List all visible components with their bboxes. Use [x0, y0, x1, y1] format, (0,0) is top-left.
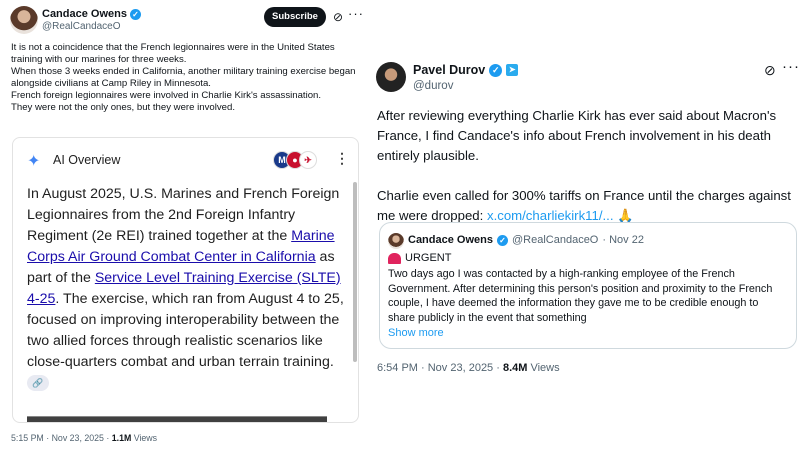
source-logos[interactable]: M ● ✈: [273, 151, 317, 169]
sparkle-icon: ✦: [27, 153, 41, 170]
post-text: It is not a coincidence that the French …: [11, 42, 366, 114]
ai-overview-card: ✦ AI Overview M ● ✈ ⋮ In August 2025, U.…: [12, 137, 359, 423]
grok-icon[interactable]: ⊘: [764, 62, 776, 79]
quote-author-name[interactable]: Candace Owens: [408, 234, 493, 246]
more-options-icon[interactable]: ···: [782, 58, 800, 75]
quote-text: Two days ago I was contacted by a high-r…: [388, 268, 773, 324]
post-text: After reviewing everything Charlie Kirk …: [377, 106, 797, 226]
verified-badge-icon: ✓: [489, 63, 503, 77]
ai-overview-body: In August 2025, U.S. Marines and French …: [27, 184, 347, 394]
cut-off-text: [27, 416, 327, 422]
left-post: Candace Owens ✓ @RealCandaceO Subscribe …: [0, 0, 372, 454]
author-name-text[interactable]: Candace Owens: [42, 8, 127, 20]
ai-overview-title: AI Overview: [53, 153, 121, 167]
subscribe-button[interactable]: Subscribe: [264, 7, 326, 27]
avatar[interactable]: [376, 62, 406, 92]
post-paragraph: They were not the only ones, but they we…: [11, 102, 235, 113]
charliekirk-link[interactable]: x.com/charliekirk11/...: [487, 208, 614, 223]
post-paragraph: After reviewing everything Charlie Kirk …: [377, 108, 777, 163]
post-meta: 5:15 PM · Nov 23, 2025 · 1.1M Views: [11, 433, 157, 443]
post-meta: 6:54 PM · Nov 23, 2025 · 8.4M Views: [377, 362, 560, 374]
quoted-post[interactable]: Candace Owens ✓ @RealCandaceO · Nov 22 U…: [379, 222, 797, 349]
avatar[interactable]: [10, 6, 38, 34]
author-name[interactable]: Candace Owens ✓: [42, 8, 141, 20]
views-label: Views: [131, 433, 158, 443]
author-handle[interactable]: @durov: [413, 80, 453, 92]
views-label: Views: [527, 362, 560, 374]
urgent-line: URGENT: [388, 252, 451, 264]
verified-badge-icon: ✓: [129, 8, 141, 20]
show-more-link[interactable]: Show more: [388, 327, 444, 339]
ai-more-icon[interactable]: ⋮: [335, 150, 349, 167]
quote-author-handle[interactable]: @RealCandaceO: [512, 234, 598, 246]
ai-text: . The exercise, which ran from August 4 …: [27, 291, 344, 370]
quote-date[interactable]: · Nov 22: [602, 234, 644, 246]
avatar[interactable]: [388, 233, 404, 249]
quote-header: Candace Owens ✓ @RealCandaceO · Nov 22: [408, 234, 644, 246]
more-options-icon[interactable]: ···: [348, 6, 364, 21]
post-paragraph: Charlie even called for 300% tariffs on …: [377, 186, 797, 226]
views-count: 1.1M: [111, 433, 132, 443]
author-handle[interactable]: @RealCandaceO: [42, 21, 121, 32]
scrollbar[interactable]: [353, 182, 357, 362]
post-paragraph: French foreign legionnaires were involve…: [11, 90, 322, 101]
post-paragraph: It is not a coincidence that the French …: [11, 42, 335, 65]
urgent-label: URGENT: [405, 252, 452, 264]
grok-icon[interactable]: ⊘: [333, 10, 343, 24]
source-logo-icon[interactable]: ✈: [299, 151, 317, 169]
post-paragraph: When those 3 weeks ended in California, …: [11, 66, 356, 89]
link-icon[interactable]: 🔗: [27, 375, 49, 392]
siren-icon: [388, 252, 401, 264]
post-time[interactable]: 5:15 PM · Nov 23, 2025 ·: [11, 433, 112, 443]
telegram-icon[interactable]: ➤: [506, 64, 519, 76]
verified-badge-icon: ✓: [496, 234, 508, 246]
author-name-text[interactable]: Pavel Durov: [413, 63, 485, 77]
post-time[interactable]: 6:54 PM · Nov 23, 2025 ·: [377, 362, 503, 374]
right-post: Pavel Durov ✓ ➤ @durov ⊘ ··· After revie…: [372, 0, 808, 454]
views-count: 8.4M: [502, 362, 528, 374]
praying-hands-icon: 🙏: [613, 208, 634, 223]
author-name[interactable]: Pavel Durov ✓ ➤: [413, 63, 519, 77]
